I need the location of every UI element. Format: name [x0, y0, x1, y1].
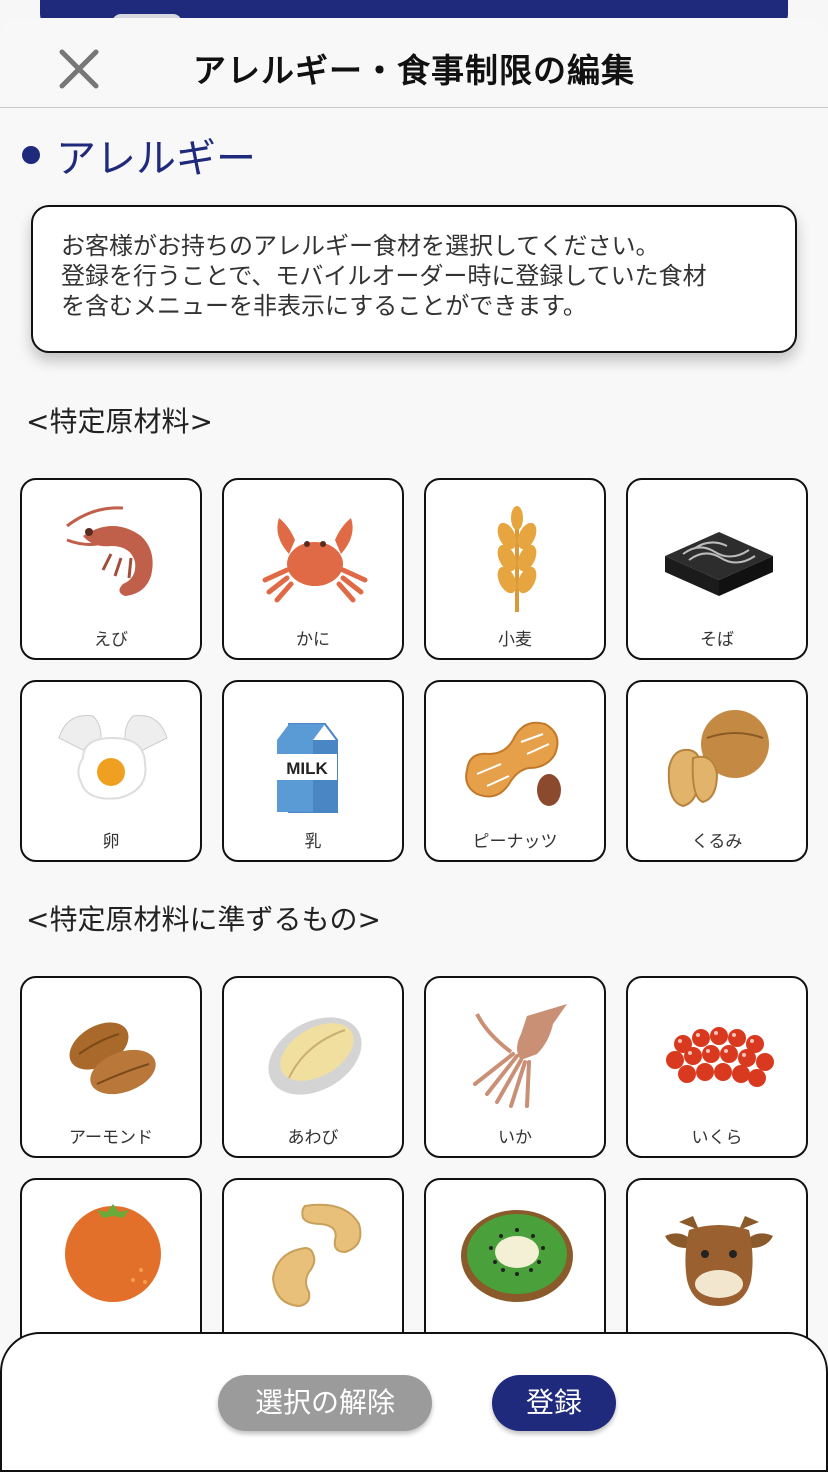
tile-label: 卵 — [102, 832, 120, 852]
allergen-tile-abalone[interactable]: あわび — [222, 976, 404, 1158]
notice-box: お客様がお持ちのアレルギー食材を選択してください。 登録を行うことで、モバイルオ… — [31, 205, 797, 353]
orange-icon — [65, 1204, 161, 1302]
tile-label: 小麦 — [498, 630, 532, 650]
page-title: アレルギー・食事制限の編集 — [193, 51, 635, 90]
abalone-icon — [268, 1017, 362, 1095]
tile-label: えび — [94, 630, 128, 650]
soba-icon — [665, 532, 773, 596]
allergen-tile-walnut[interactable]: くるみ — [626, 680, 808, 862]
egg-icon — [58, 714, 168, 800]
allergen-tile-almond[interactable]: アーモンド — [20, 976, 202, 1158]
tile-label: あわび — [287, 1128, 339, 1148]
crab-icon — [262, 518, 368, 603]
equivalent-ingredients-grid: アーモンド あわび いか いくら — [20, 976, 808, 1360]
clear-selection-button[interactable]: 選択の解除 — [218, 1375, 432, 1431]
milk-icon: MILK — [277, 723, 338, 813]
peanut-icon — [465, 721, 561, 806]
tile-label: ピーナッツ — [472, 832, 558, 852]
allergen-tile-shrimp[interactable]: えび — [20, 478, 202, 660]
tile-label: そば — [700, 630, 734, 650]
allergen-tile-peanut[interactable]: ピーナッツ — [424, 680, 606, 862]
salmon-roe-icon — [666, 1027, 774, 1087]
tile-label: かに — [296, 630, 330, 650]
almond-icon — [69, 1022, 156, 1095]
svg-text:MILK: MILK — [286, 759, 328, 778]
section-title: アレルギー — [56, 136, 256, 182]
tile-label: いくら — [691, 1128, 743, 1148]
shrimp-icon — [66, 506, 153, 596]
allergen-tile-squid[interactable]: いか — [424, 976, 606, 1158]
tile-label: いか — [498, 1128, 532, 1148]
notice-line: お客様がお持ちのアレルギー食材を選択してください。 — [61, 232, 660, 260]
register-button[interactable]: 登録 — [492, 1375, 616, 1431]
allergen-tile-wheat[interactable]: 小麦 — [424, 478, 606, 660]
allergen-tile-salmon-roe[interactable]: いくら — [626, 976, 808, 1158]
allergy-section-heading: アレルギー — [22, 126, 256, 184]
sheet-header: アレルギー・食事制限の編集 — [0, 18, 828, 108]
tile-label: くるみ — [691, 832, 743, 852]
notice-line: を含むメニューを非表示にすることができます。 — [61, 292, 587, 320]
allergen-tile-milk[interactable]: MILK 乳 — [222, 680, 404, 862]
notice-line: 登録を行うことで、モバイルオーダー時に登録していた食材 — [61, 262, 707, 290]
allergen-tile-crab[interactable]: かに — [222, 478, 404, 660]
footer-action-bar: 選択の解除 登録 — [0, 1332, 828, 1472]
wheat-icon — [497, 506, 537, 612]
cashew-icon — [271, 1203, 362, 1308]
tile-label: 乳 — [304, 832, 322, 852]
bullet-icon — [22, 146, 40, 164]
specific-ingredients-grid: えび かに 小麦 そば 卵 MILK 乳 ピーナッツ くるみ — [20, 478, 808, 862]
allergen-tile-soba[interactable]: そば — [626, 478, 808, 660]
squid-icon — [473, 1004, 567, 1108]
tile-label: アーモンド — [69, 1128, 153, 1148]
beef-icon — [665, 1216, 773, 1306]
group-label-specific: <特定原材料> — [26, 405, 213, 438]
walnut-icon — [667, 710, 769, 808]
allergen-tile-egg[interactable]: 卵 — [20, 680, 202, 862]
group-label-equivalent: <特定原材料に準ずるもの> — [26, 903, 381, 936]
edit-sheet: アレルギー・食事制限の編集 アレルギー お客様がお持ちのアレルギー食材を選択して… — [0, 18, 828, 1472]
kiwi-icon — [461, 1210, 573, 1302]
